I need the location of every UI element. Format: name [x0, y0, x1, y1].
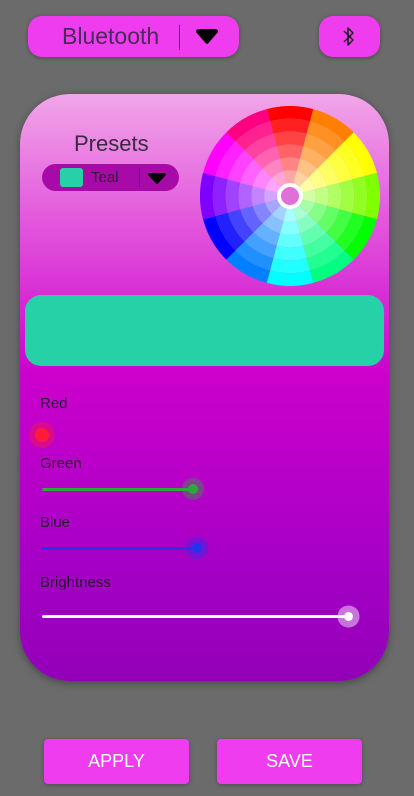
- chevron-down-icon: [196, 29, 218, 44]
- preset-label: Teal: [91, 169, 119, 186]
- apply-label: APPLY: [88, 751, 145, 771]
- preset-swatch: [60, 168, 83, 187]
- bluetooth-icon: [343, 27, 354, 46]
- connection-label: Bluetooth: [62, 23, 160, 49]
- dropdown-divider: [179, 25, 180, 50]
- green-slider-thumb[interactable]: [188, 484, 199, 494]
- preset-dropdown[interactable]: Teal: [42, 164, 179, 191]
- preset-divider: [139, 168, 140, 187]
- brightness-slider-track[interactable]: [42, 615, 348, 618]
- presets-title: Presets: [74, 131, 149, 156]
- connection-dropdown[interactable]: Bluetooth: [28, 16, 239, 57]
- color-control-panel: Presets Teal Red Green Blue Brightness: [20, 94, 389, 681]
- green-slider-label: Green: [40, 455, 82, 472]
- green-slider-track[interactable]: [42, 488, 194, 491]
- brightness-slider-label: Brightness: [40, 574, 111, 591]
- save-button[interactable]: SAVE: [217, 739, 362, 784]
- brightness-slider-thumb[interactable]: [343, 611, 353, 621]
- save-label: SAVE: [266, 751, 313, 771]
- color-wheel-selector[interactable]: [281, 187, 299, 205]
- red-slider-label: Red: [40, 395, 68, 412]
- color-preview: [25, 295, 384, 366]
- color-wheel[interactable]: [200, 106, 380, 286]
- blue-slider-thumb[interactable]: [192, 543, 203, 553]
- red-slider-thumb[interactable]: [35, 428, 49, 442]
- blue-slider-track[interactable]: [42, 547, 198, 550]
- chevron-down-icon: [148, 173, 166, 184]
- apply-button[interactable]: APPLY: [44, 739, 189, 784]
- blue-slider-label: Blue: [40, 514, 71, 531]
- bluetooth-button[interactable]: [319, 16, 380, 57]
